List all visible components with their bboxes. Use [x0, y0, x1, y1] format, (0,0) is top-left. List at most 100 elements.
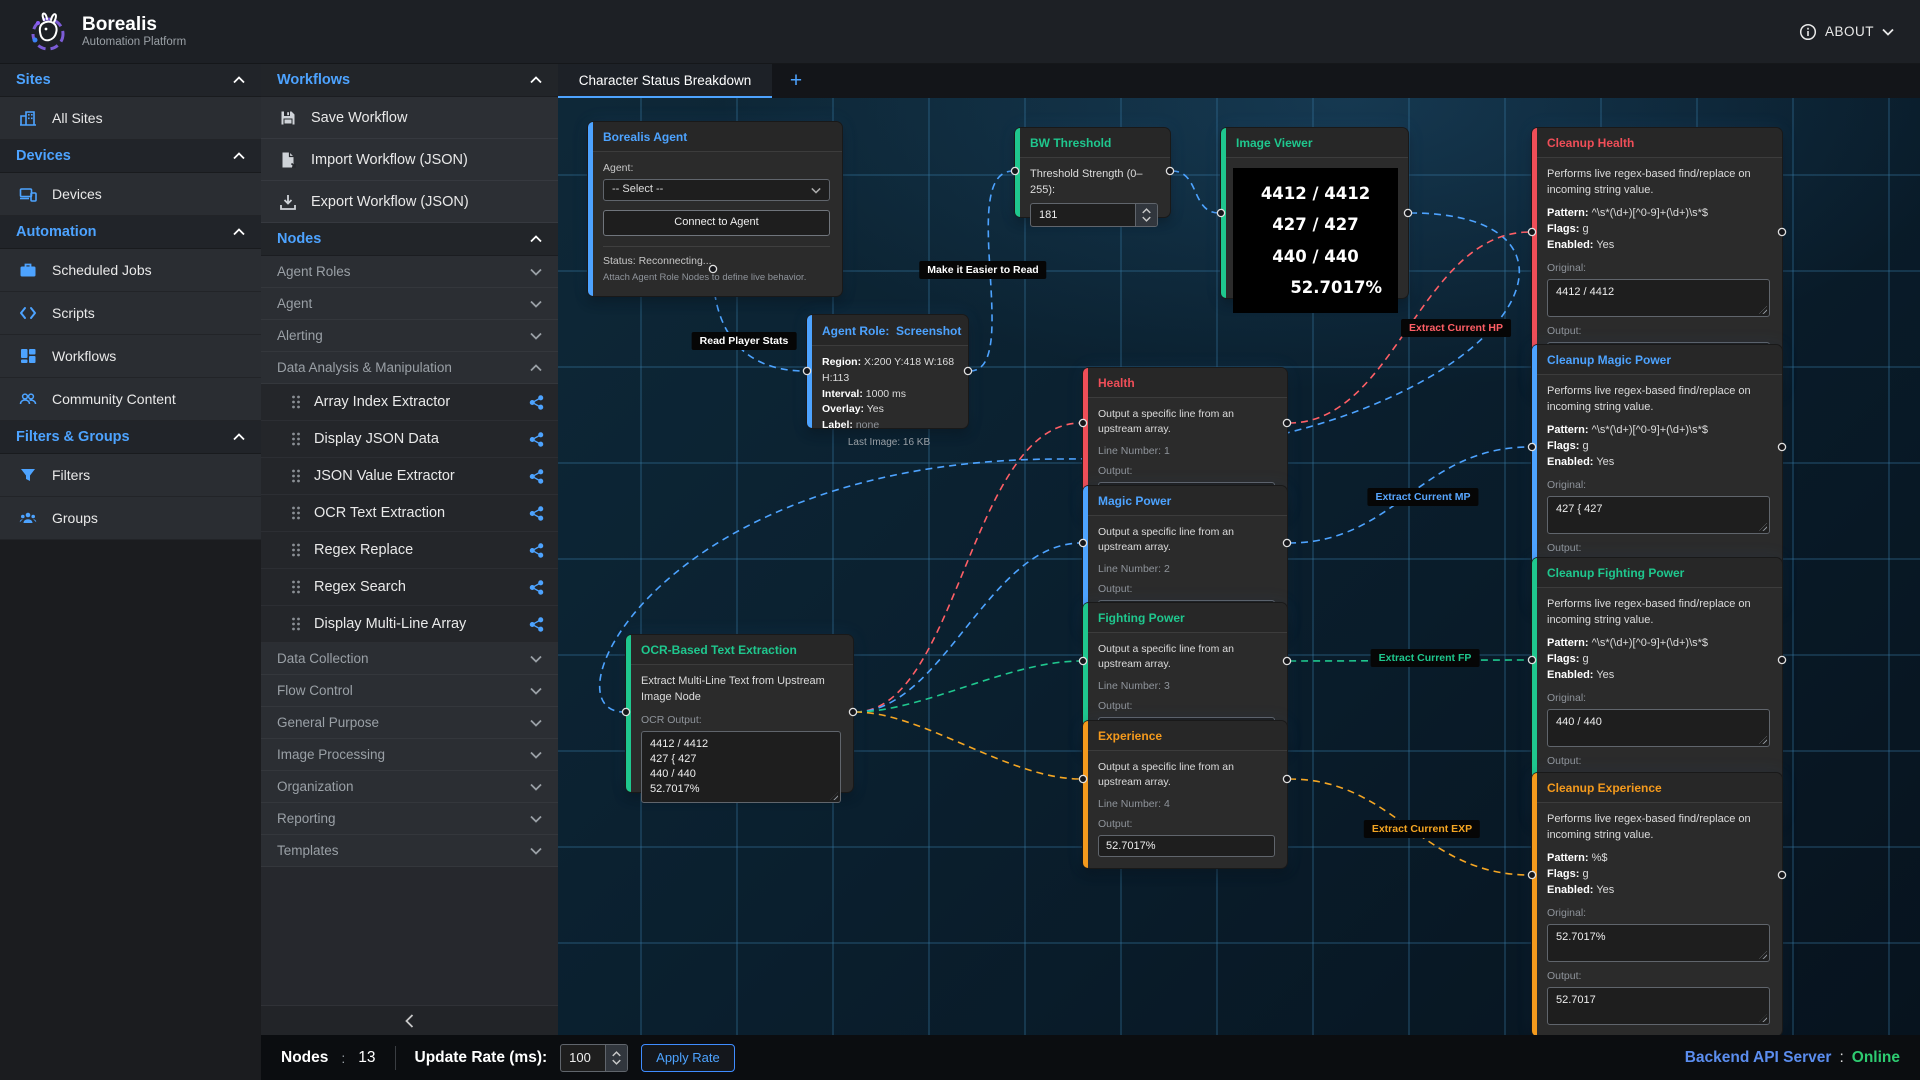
node-bw-threshold[interactable]: BW Threshold Threshold Strength (0–255): — [1015, 128, 1170, 217]
number-stepper[interactable] — [1135, 204, 1157, 226]
add-tab-button[interactable]: + — [772, 64, 820, 98]
sidebar-collapse-button[interactable] — [261, 1005, 558, 1035]
drag-handle-icon[interactable] — [291, 543, 301, 557]
section-devices[interactable]: Devices — [0, 140, 261, 173]
node-borealis-agent[interactable]: Borealis Agent Agent: -- Select -- Conne… — [588, 122, 842, 296]
node-description: Extract Multi-Line Text from Upstream Im… — [641, 674, 841, 706]
line-number: Line Number: 3 — [1098, 679, 1275, 694]
output-label: Output: — [1547, 324, 1770, 339]
node-template-display-json-data[interactable]: Display JSON Data — [261, 421, 558, 458]
share-icon[interactable] — [529, 506, 544, 521]
flags-value: g — [1582, 440, 1588, 452]
category-agent-roles[interactable]: Agent Roles — [261, 256, 558, 288]
category-data-collection[interactable]: Data Collection — [261, 643, 558, 675]
workflows-header[interactable]: Workflows — [261, 64, 558, 97]
node-agent-role-screenshot[interactable]: Agent Role: Screenshot Region: X:200 Y:4… — [807, 315, 968, 428]
category-general-purpose[interactable]: General Purpose — [261, 707, 558, 739]
category-agent[interactable]: Agent — [261, 288, 558, 320]
drag-handle-icon[interactable] — [291, 395, 301, 409]
chevron-down-icon — [1142, 216, 1151, 222]
share-icon[interactable] — [529, 543, 544, 558]
section-automation[interactable]: Automation — [0, 216, 261, 249]
agent-select[interactable]: -- Select -- — [603, 179, 830, 201]
update-rate-input[interactable] — [560, 1044, 628, 1072]
number-stepper[interactable] — [605, 1045, 627, 1071]
node-ocr-text-extraction[interactable]: OCR-Based Text Extraction Extract Multi-… — [626, 635, 853, 792]
output-textarea[interactable]: 52.7017 — [1547, 987, 1770, 1025]
sidebar-item-workflows[interactable]: Workflows — [0, 335, 261, 378]
update-rate-value[interactable] — [561, 1045, 605, 1071]
share-icon[interactable] — [529, 580, 544, 595]
nodes-header[interactable]: Nodes — [261, 223, 558, 256]
node-template-array-index-extractor[interactable]: Array Index Extractor — [261, 384, 558, 421]
node-template-regex-search[interactable]: Regex Search — [261, 569, 558, 606]
chevron-up-icon — [233, 152, 245, 160]
output-label: Output: — [1547, 969, 1770, 984]
enabled-value: Yes — [1596, 669, 1614, 681]
sidebar-item-community-content[interactable]: Community Content — [0, 378, 261, 421]
sidebar-item-groups[interactable]: Groups — [0, 497, 261, 540]
node-template-ocr-text-extraction[interactable]: OCR Text Extraction — [261, 495, 558, 532]
save-workflow-button[interactable]: Save Workflow — [261, 97, 558, 139]
drag-handle-icon[interactable] — [291, 580, 301, 594]
section-label: Automation — [16, 224, 97, 240]
groups-icon — [19, 509, 37, 527]
sidebar-item-scheduled-jobs[interactable]: Scheduled Jobs — [0, 249, 261, 292]
node-template-label: Regex Search — [314, 579, 406, 595]
category-reporting[interactable]: Reporting — [261, 803, 558, 835]
drag-handle-icon[interactable] — [291, 506, 301, 520]
category-templates[interactable]: Templates — [261, 835, 558, 867]
workflow-canvas[interactable]: Borealis Agent Agent: -- Select -- Conne… — [558, 98, 1920, 1035]
export-workflow-button[interactable]: Export Workflow (JSON) — [261, 181, 558, 223]
node-experience[interactable]: Experience Output a specific line from a… — [1083, 721, 1287, 868]
node-template-label: Regex Replace — [314, 542, 413, 558]
workflows-header-label: Workflows — [277, 72, 350, 88]
import-workflow-button[interactable]: Import Workflow (JSON) — [261, 139, 558, 181]
drag-handle-icon[interactable] — [291, 469, 301, 483]
connect-to-agent-button[interactable]: Connect to Agent — [603, 210, 830, 236]
node-cleanup-experience[interactable]: Cleanup Experience Performs live regex-b… — [1532, 773, 1782, 1035]
share-icon[interactable] — [529, 617, 544, 632]
threshold-value[interactable] — [1031, 204, 1135, 226]
about-menu[interactable]: ABOUT — [1799, 23, 1894, 41]
share-icon[interactable] — [529, 469, 544, 484]
original-textarea[interactable]: 52.7017% — [1547, 924, 1770, 962]
share-icon[interactable] — [529, 395, 544, 410]
image-text-line: 4412 / 4412 — [1245, 178, 1386, 209]
original-textarea[interactable]: 427 { 427 — [1547, 496, 1770, 534]
original-textarea[interactable]: 440 / 440 — [1547, 709, 1770, 747]
section-sites[interactable]: Sites — [0, 64, 261, 97]
edge-label-extract-current-hp: Extract Current HP — [1401, 319, 1511, 337]
original-label: Original: — [1547, 906, 1770, 921]
section-filters-groups[interactable]: Filters & Groups — [0, 421, 261, 454]
sidebar-item-all-sites[interactable]: All Sites — [0, 97, 261, 140]
category-flow-control[interactable]: Flow Control — [261, 675, 558, 707]
chevron-up-icon — [233, 76, 245, 84]
flags-label: Flags: — [1547, 223, 1579, 235]
sidebar-item-filters[interactable]: Filters — [0, 454, 261, 497]
node-template-regex-replace[interactable]: Regex Replace — [261, 532, 558, 569]
original-textarea[interactable]: 4412 / 4412 — [1547, 279, 1770, 317]
output-label: Output: — [1098, 817, 1275, 832]
agent-hint: Attach Agent Role Nodes to define live b… — [603, 271, 830, 285]
sidebar-item-scripts[interactable]: Scripts — [0, 292, 261, 335]
plus-icon: + — [790, 69, 802, 93]
category-label: General Purpose — [277, 715, 379, 730]
sidebar-item-label: Groups — [52, 510, 98, 526]
apply-rate-button[interactable]: Apply Rate — [641, 1044, 735, 1072]
category-organization[interactable]: Organization — [261, 771, 558, 803]
ocr-output-textarea[interactable]: 4412 / 4412 427 { 427 440 / 440 52.7017% — [641, 731, 841, 803]
category-data-analysis[interactable]: Data Analysis & Manipulation — [261, 352, 558, 384]
drag-handle-icon[interactable] — [291, 432, 301, 446]
node-template-display-multiline-array[interactable]: Display Multi-Line Array — [261, 606, 558, 643]
sidebar-item-devices[interactable]: Devices — [0, 173, 261, 216]
node-image-viewer[interactable]: Image Viewer 4412 / 4412 427 / 427 440 /… — [1221, 128, 1408, 298]
category-alerting[interactable]: Alerting — [261, 320, 558, 352]
tab-character-status-breakdown[interactable]: Character Status Breakdown — [558, 64, 772, 98]
node-template-json-value-extractor[interactable]: JSON Value Extractor — [261, 458, 558, 495]
drag-handle-icon[interactable] — [291, 617, 301, 631]
share-icon[interactable] — [529, 432, 544, 447]
category-image-processing[interactable]: Image Processing — [261, 739, 558, 771]
output-field[interactable] — [1098, 835, 1275, 857]
threshold-input[interactable] — [1030, 203, 1158, 227]
